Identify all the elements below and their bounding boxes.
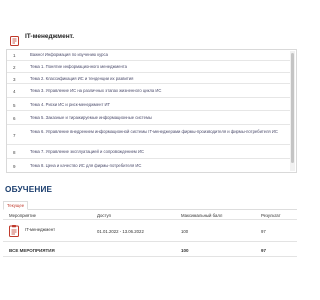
topic-row[interactable]: 9 Тема 8. Цена и качество ИС для фирмы-п… bbox=[7, 159, 290, 172]
event-access: 01.01.2022 - 13.06.2022 bbox=[97, 229, 144, 234]
column-header-result: Результат bbox=[261, 213, 281, 218]
course-title: IT-менеджмент. bbox=[25, 33, 75, 40]
topic-row[interactable]: 5 Тема 4. Риски ИС и риск-менеджмент ИТ bbox=[7, 98, 290, 111]
topic-link[interactable]: Тема 4. Риски ИС и риск-менеджмент ИТ bbox=[30, 102, 282, 108]
scrollbar-thumb[interactable] bbox=[291, 53, 294, 163]
topics-scrollbar[interactable] bbox=[290, 51, 295, 171]
topic-row[interactable]: 3 Тема 2. Классификация ИС и тенденции и… bbox=[7, 73, 290, 84]
course-card: IT-менеджмент. 1 Важно! Информация по из… bbox=[3, 28, 300, 174]
total-result: 97 bbox=[261, 248, 267, 253]
topic-number: 7 bbox=[13, 133, 16, 138]
topic-number: 8 bbox=[13, 150, 16, 155]
topic-link[interactable]: Тема 5. Заказные и тиражируемые информац… bbox=[30, 115, 282, 121]
divider bbox=[3, 219, 297, 220]
topic-number: 3 bbox=[13, 77, 16, 82]
topic-row[interactable]: 7 Тема 6. Управление внедрением информац… bbox=[7, 125, 290, 145]
event-max-score: 100 bbox=[181, 229, 189, 234]
topic-number: 1 bbox=[13, 53, 16, 58]
topic-number: 5 bbox=[13, 103, 16, 108]
divider bbox=[3, 256, 297, 257]
topic-row[interactable]: 1 Важно! Информация по изучению курса bbox=[7, 50, 290, 61]
topic-row[interactable]: 8 Тема 7. Управление эксплуатацией и соп… bbox=[7, 145, 290, 159]
topic-number: 6 bbox=[13, 116, 16, 121]
topic-number: 9 bbox=[13, 164, 16, 169]
topic-link[interactable]: Важно! Информация по изучению курса bbox=[30, 52, 282, 58]
topic-link[interactable]: Тема 2. Классификация ИС и тенденции их … bbox=[30, 76, 282, 82]
divider bbox=[3, 241, 297, 242]
event-result: 97 bbox=[261, 229, 266, 234]
course-header: IT-менеджмент. bbox=[3, 28, 300, 48]
document-icon bbox=[9, 224, 19, 237]
topic-link[interactable]: Тема 6. Управление внедрением информацио… bbox=[30, 129, 282, 135]
topic-number: 2 bbox=[13, 65, 16, 70]
book-icon bbox=[10, 33, 19, 46]
tab-current[interactable]: Текущее bbox=[3, 201, 29, 210]
topic-link[interactable]: Тема 1. Понятие информационного менеджме… bbox=[30, 64, 282, 70]
topic-row[interactable]: 6 Тема 5. Заказные и тиражируемые информ… bbox=[7, 111, 290, 125]
topic-row[interactable]: 4 Тема 3. Управление ИС на различных эта… bbox=[7, 84, 290, 98]
topic-link[interactable]: Тема 8. Цена и качество ИС для фирмы-пот… bbox=[30, 163, 282, 169]
column-header-max-score: Максимальный балл bbox=[181, 213, 223, 218]
column-header-event: Мероприятие bbox=[9, 213, 36, 218]
section-title: ОБУЧЕНИЕ bbox=[5, 185, 53, 194]
topic-row[interactable]: 2 Тема 1. Понятие информационного менедж… bbox=[7, 61, 290, 73]
event-link[interactable]: IT-менеджмент bbox=[25, 227, 55, 232]
topics-list[interactable]: 1 Важно! Информация по изучению курса 2 … bbox=[6, 49, 297, 173]
total-max-score: 100 bbox=[181, 248, 189, 253]
topic-link[interactable]: Тема 3. Управление ИС на различных этапа… bbox=[30, 88, 282, 94]
column-header-access: Доступ bbox=[97, 213, 111, 218]
tab-bar: Текущее bbox=[3, 201, 297, 210]
total-label: ВСЕ МЕРОПРИЯТИЯ bbox=[9, 248, 55, 253]
topic-link[interactable]: Тема 7. Управление эксплуатацией и сопро… bbox=[30, 149, 282, 155]
topic-number: 4 bbox=[13, 89, 16, 94]
